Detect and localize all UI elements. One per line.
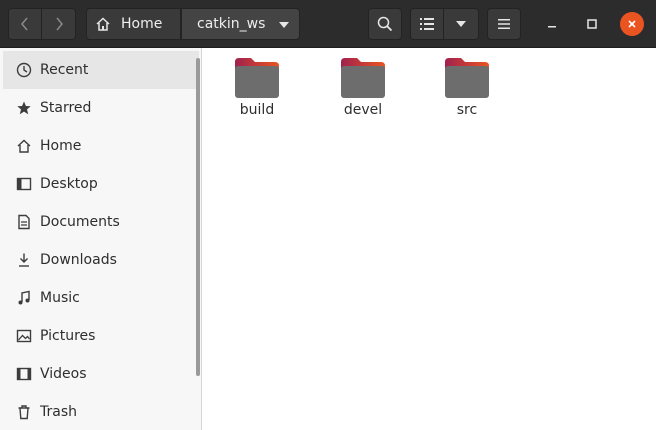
maximize-icon (587, 19, 597, 29)
trash-icon (16, 404, 32, 420)
sidebar-item-desktop[interactable]: Desktop (3, 165, 199, 203)
sidebar-item-documents[interactable]: Documents (3, 203, 199, 241)
file-view: build devel src (203, 48, 656, 430)
folder-icon (445, 58, 489, 98)
chevron-right-icon (55, 17, 63, 31)
folder-item[interactable]: build (209, 56, 305, 126)
sidebar-item-starred[interactable]: Starred (3, 89, 199, 127)
sidebar-item-label: Recent (40, 62, 89, 78)
folder-item[interactable]: devel (315, 56, 411, 126)
folder-name: devel (343, 102, 383, 118)
list-view-button[interactable] (410, 8, 444, 40)
view-options-button[interactable] (444, 8, 479, 40)
minimize-button[interactable] (540, 12, 564, 36)
folder-name: src (456, 102, 478, 118)
music-note-icon (16, 290, 32, 306)
folder-icon (235, 58, 279, 98)
back-button[interactable] (8, 8, 42, 40)
forward-button[interactable] (42, 8, 76, 40)
sidebar-item-label: Desktop (40, 176, 98, 192)
video-icon (16, 366, 32, 382)
main-menu-button[interactable] (487, 8, 521, 40)
places-sidebar: Recent Starred Home Desktop Documents Do… (0, 48, 202, 430)
folder-item[interactable]: src (419, 56, 515, 126)
caret-down-icon (456, 21, 466, 27)
sidebar-item-music[interactable]: Music (3, 279, 199, 317)
sidebar-scrollbar[interactable] (196, 58, 200, 376)
download-icon (16, 252, 32, 268)
search-icon (377, 16, 393, 32)
search-button[interactable] (368, 8, 402, 40)
sidebar-item-label: Home (40, 138, 82, 154)
picture-icon (16, 328, 32, 344)
chevron-left-icon (21, 17, 28, 31)
sidebar-item-label: Music (40, 290, 80, 306)
sidebar-item-label: Starred (40, 100, 92, 116)
sidebar-item-trash[interactable]: Trash (3, 393, 199, 430)
home-icon (16, 138, 32, 154)
sidebar-item-home[interactable]: Home (3, 127, 199, 165)
document-icon (16, 214, 32, 230)
header-bar: Home catkin_ws (0, 0, 656, 48)
star-icon (16, 100, 32, 116)
hamburger-menu-icon (498, 19, 510, 29)
sidebar-item-downloads[interactable]: Downloads (3, 241, 199, 279)
sidebar-item-pictures[interactable]: Pictures (3, 317, 199, 355)
sidebar-item-label: Pictures (40, 328, 96, 344)
sidebar-item-label: Downloads (40, 252, 117, 268)
desktop-icon (16, 176, 32, 192)
path-bar-home-button[interactable]: Home (86, 8, 181, 40)
list-view-icon (420, 18, 434, 30)
path-home-label: Home (121, 16, 163, 32)
sidebar-item-label: Videos (40, 366, 87, 382)
sidebar-item-recent[interactable]: Recent (3, 51, 199, 89)
path-bar-current-button[interactable]: catkin_ws (181, 8, 300, 40)
file-manager-window: Home catkin_ws Recent Starred Home Deskt… (0, 0, 656, 430)
minimize-icon (548, 26, 556, 28)
caret-down-icon (279, 22, 289, 28)
sidebar-item-label: Trash (40, 404, 77, 420)
home-icon (96, 17, 110, 31)
path-current-label: catkin_ws (197, 16, 266, 32)
close-button[interactable] (620, 12, 644, 36)
sidebar-item-label: Documents (40, 214, 120, 230)
close-icon (628, 20, 636, 28)
folder-name: build (239, 102, 275, 118)
maximize-button[interactable] (580, 12, 604, 36)
clock-icon (16, 62, 32, 78)
folder-icon (341, 58, 385, 98)
sidebar-item-videos[interactable]: Videos (3, 355, 199, 393)
